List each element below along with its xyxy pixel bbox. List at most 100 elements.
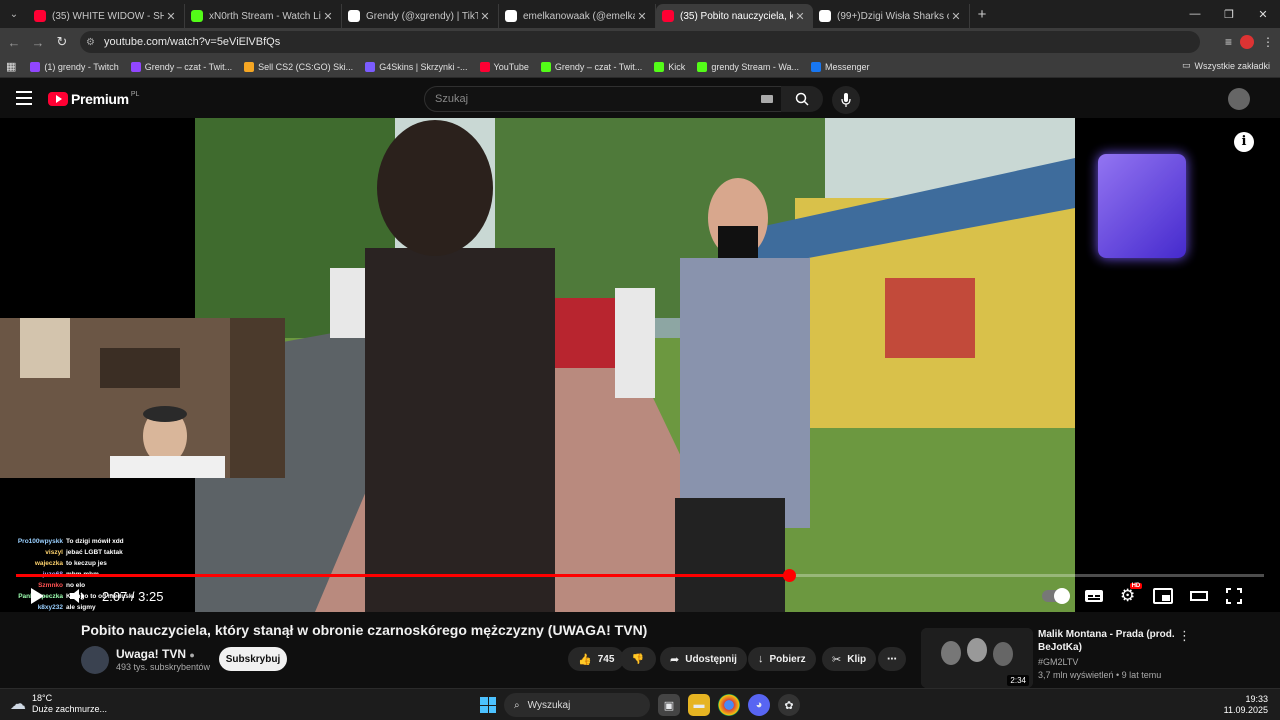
bookmark-favicon-icon xyxy=(30,61,41,72)
recommendation-title[interactable]: Malik Montana - Prada (prod. BeJotKa) xyxy=(1038,628,1178,654)
taskbar-search[interactable]: ⌕ Wyszukaj xyxy=(504,693,650,717)
bookmark-item[interactable]: Messenger xyxy=(811,61,870,72)
video-frame[interactable] xyxy=(195,118,1075,612)
browser-tab[interactable]: Grendy (@xgrendy) | TikTok✕ xyxy=(342,4,499,28)
browser-tab[interactable]: emelkanowaak (@emelkanowaak)✕ xyxy=(499,4,656,28)
tab-search-icon[interactable]: ⌄ xyxy=(0,0,28,28)
bookmark-item[interactable]: Sell CS2 (CS:GO) Ski... xyxy=(244,61,353,72)
download-button[interactable]: ↓ Pobierz xyxy=(748,647,816,671)
browser-toolbar: ← → ↻ ⚙ youtube.com/watch?v=5eViElVBfQs … xyxy=(0,28,1280,56)
system-clock[interactable]: 19:33 11.09.2025 xyxy=(1224,694,1268,716)
thumbs-up-icon: 👍 xyxy=(578,653,592,666)
bookmark-item[interactable]: Kick xyxy=(654,61,685,72)
recommendation-duration: 2:34 xyxy=(1007,675,1029,686)
url-text: youtube.com/watch?v=5eViElVBfQs xyxy=(104,36,281,48)
site-info-icon[interactable]: ⚙ xyxy=(86,37,104,48)
account-avatar[interactable] xyxy=(1228,88,1250,110)
browser-tab[interactable]: (35) WHITE WIDOW - SHINJUKU✕ xyxy=(28,4,185,28)
search-icon: ⌕ xyxy=(514,699,520,711)
profile-icon[interactable] xyxy=(1240,35,1254,49)
recommendation-thumbnail[interactable]: 2:34 xyxy=(921,628,1033,688)
apps-icon[interactable]: ▦ xyxy=(6,60,16,73)
channel-name[interactable]: Uwaga! TVN ● xyxy=(116,647,195,661)
task-view-icon[interactable]: ▣ xyxy=(658,694,680,716)
media-icon[interactable]: ≡ xyxy=(1225,35,1232,49)
browser-tab[interactable]: xN0rth Stream - Watch Live on Kick✕ xyxy=(185,4,342,28)
bookmark-item[interactable]: Grendy – czat - Twit... xyxy=(540,61,642,72)
dislike-button[interactable]: 👎 xyxy=(620,647,656,671)
minimize-icon[interactable]: — xyxy=(1178,8,1212,20)
all-bookmarks[interactable]: ▭ Wszystkie zakładki xyxy=(1182,60,1270,71)
channel-avatar[interactable] xyxy=(81,646,109,674)
tab-title: emelkanowaak (@emelkanowaak) xyxy=(523,10,635,22)
subtitles-icon[interactable] xyxy=(1084,588,1104,604)
close-window-icon[interactable]: ✕ xyxy=(1246,8,1280,21)
menu-icon[interactable]: ⋮ xyxy=(1262,35,1274,49)
verified-icon: ● xyxy=(189,650,195,660)
browser-tab[interactable]: (35) Pobito nauczyciela, który stanął✕ xyxy=(656,4,813,28)
video-scene xyxy=(195,118,1075,612)
address-bar[interactable]: ⚙ youtube.com/watch?v=5eViElVBfQs xyxy=(80,31,1200,53)
volume-icon[interactable] xyxy=(68,587,88,605)
mic-icon xyxy=(841,93,851,107)
progress-bar[interactable] xyxy=(16,569,1264,582)
browser-tab[interactable]: (99+)Dzigi Wisła Sharks o swojej✕ xyxy=(813,4,970,28)
more-actions-button[interactable]: ⋯ xyxy=(878,647,906,671)
settings-icon[interactable]: ⚙ HD xyxy=(1120,583,1143,606)
subscribe-button[interactable]: Subskrybuj xyxy=(219,647,287,671)
youtube-logo[interactable]: Premium PL xyxy=(48,91,139,107)
tab-close-icon[interactable]: ✕ xyxy=(949,10,963,23)
share-button[interactable]: ➦ Udostępnij xyxy=(660,647,747,671)
tab-close-icon[interactable]: ✕ xyxy=(635,10,649,23)
new-tab-button[interactable]: + xyxy=(970,6,994,23)
tab-favicon-icon xyxy=(662,10,674,22)
search-button[interactable] xyxy=(781,86,823,112)
keyboard-icon[interactable] xyxy=(761,95,773,103)
taskbar-apps: ⌕ Wyszukaj ▣ ▬ ◕ ✿ xyxy=(480,693,800,717)
fullscreen-icon[interactable] xyxy=(1225,587,1243,605)
youtube-header: Premium PL Szukaj xyxy=(0,79,1280,119)
tab-close-icon[interactable]: ✕ xyxy=(164,10,178,23)
recommendation-more-icon[interactable]: ⋮ xyxy=(1178,628,1191,644)
share-icon: ➦ xyxy=(670,653,680,666)
bookmark-item[interactable]: G4Skins | Skrzynki -... xyxy=(365,61,468,72)
video-player[interactable]: Pro100wpyskk To dzigi mówił xdd viszyl jeba… xyxy=(0,118,1280,630)
chrome-icon[interactable] xyxy=(718,694,740,716)
reload-icon[interactable]: ↻ xyxy=(50,34,74,50)
discord-icon[interactable]: ◕ xyxy=(748,694,770,716)
bookmark-item[interactable]: grendy Stream - Wa... xyxy=(697,61,799,72)
bookmark-item[interactable]: (1) grendy - Twitch xyxy=(30,61,119,72)
windows-taskbar: ☁ 18°C Duże zachmurze... ⌕ Wyszukaj ▣ ▬ … xyxy=(0,688,1280,720)
info-icon[interactable]: i xyxy=(1234,132,1254,152)
file-explorer-icon[interactable]: ▬ xyxy=(688,694,710,716)
hamburger-menu-icon[interactable] xyxy=(16,91,32,105)
bookmark-item[interactable]: Grendy – czat - Twit... xyxy=(130,61,232,72)
theater-mode-icon[interactable] xyxy=(1189,589,1209,603)
app-icon[interactable]: ✿ xyxy=(778,694,800,716)
bookmark-item[interactable]: YouTube xyxy=(479,61,529,72)
chat-username: viszyl xyxy=(45,549,63,556)
recommendation-channel[interactable]: #GM2LTV xyxy=(1038,657,1078,667)
miniplayer-icon[interactable] xyxy=(1153,588,1174,604)
windows-start-icon[interactable] xyxy=(480,697,496,713)
forward-icon[interactable]: → xyxy=(26,35,50,50)
tab-close-icon[interactable]: ✕ xyxy=(478,10,492,23)
tab-favicon-icon xyxy=(34,10,46,22)
more-horizontal-icon: ⋯ xyxy=(887,653,897,665)
chat-message: wajeczka to keczup jes xyxy=(0,560,195,568)
weather-widget[interactable]: ☁ 18°C Duże zachmurze... xyxy=(10,693,107,715)
back-icon[interactable]: ← xyxy=(2,35,26,50)
autoplay-toggle[interactable] xyxy=(1042,588,1070,604)
maximize-icon[interactable]: ❐ xyxy=(1212,8,1246,21)
chat-text: To dzigi mówił xdd xyxy=(66,538,124,545)
search-input[interactable]: Szukaj xyxy=(424,86,782,112)
voice-search-button[interactable] xyxy=(832,86,860,114)
tab-title: Grendy (@xgrendy) | TikTok xyxy=(366,10,478,22)
like-button[interactable]: 👍 745 xyxy=(568,647,625,671)
tab-close-icon[interactable]: ✕ xyxy=(793,10,807,23)
toolbar-actions: ≡ ⋮ xyxy=(1225,28,1274,56)
clip-button[interactable]: ✂ Klip xyxy=(822,647,877,671)
chat-message: viszyl jebać LGBT taktak xyxy=(0,549,195,557)
tab-close-icon[interactable]: ✕ xyxy=(321,10,335,23)
play-icon[interactable] xyxy=(28,586,46,606)
